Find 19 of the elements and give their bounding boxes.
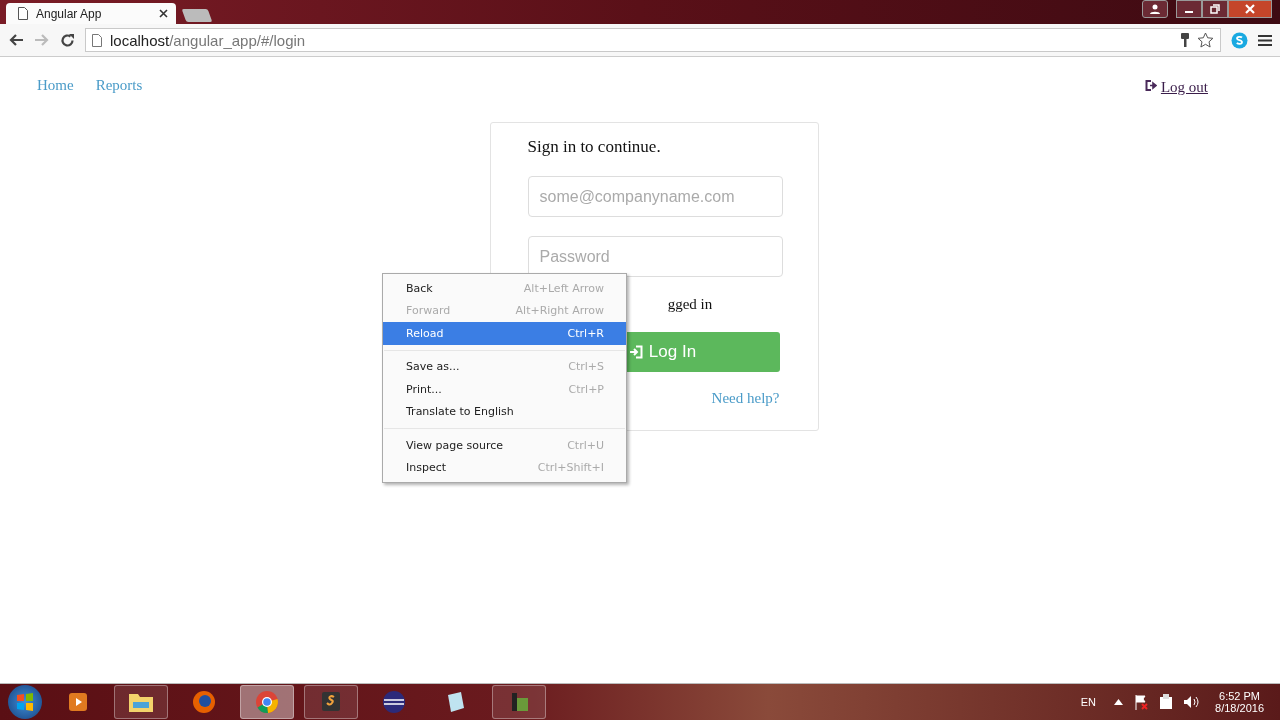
menu-item[interactable]: Back Alt+Left Arrow [383,277,626,300]
menu-item[interactable]: Reload Ctrl+R [383,322,626,345]
clock[interactable]: 6:52 PM 8/18/2016 [1215,690,1264,714]
logout-link[interactable]: Log out [1160,75,1208,96]
menu-item[interactable]: Inspect Ctrl+Shift+I [383,456,626,479]
clock-date: 8/18/2016 [1215,702,1264,714]
password-field[interactable]: Password [527,236,783,277]
menu-item[interactable]: View page source Ctrl+U [383,434,626,457]
language-indicator[interactable]: EN [1080,696,1097,708]
tab-title: Angular App [36,6,102,21]
address-bar[interactable]: localhost/angular_app/#/login [85,28,1221,52]
remember-label: gged in [667,296,713,314]
browser-tab[interactable]: Angular App [6,3,176,24]
login-title: Sign in to continue. [527,137,661,157]
clock-time: 6:52 PM [1219,690,1260,702]
url-text: localhost/angular_app/#/login [110,31,306,49]
menu-item[interactable]: Print... Ctrl+P [383,378,626,401]
email-field[interactable]: some@companyname.com [527,176,783,217]
menu-item[interactable]: Translate to English [383,400,626,423]
